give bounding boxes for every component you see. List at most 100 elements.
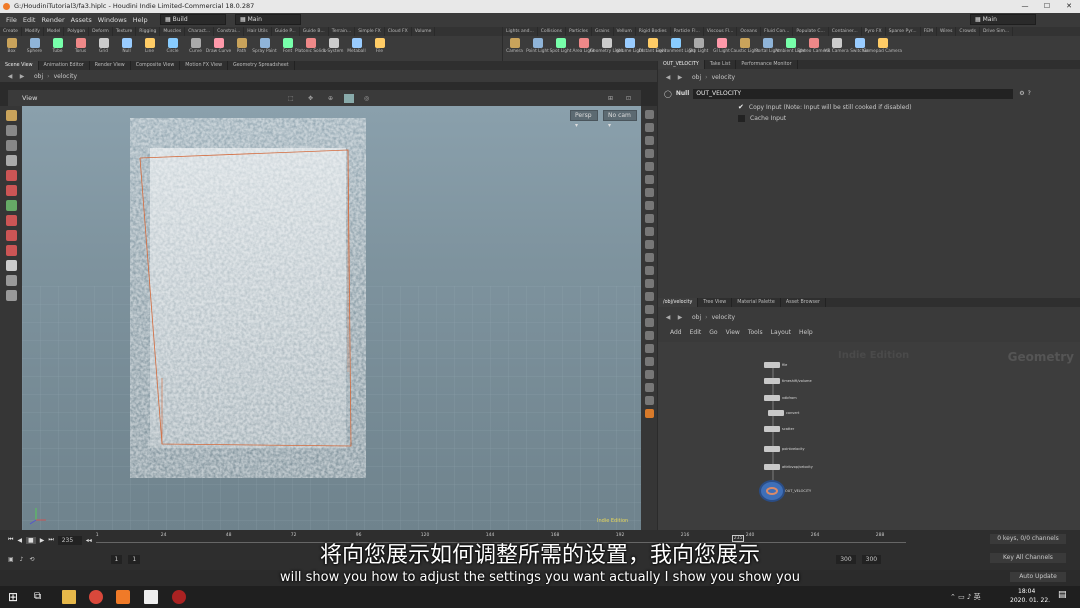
- shelf-right-tab[interactable]: Oceans: [737, 27, 762, 36]
- shelf-left-tab[interactable]: Guide P...: [272, 27, 300, 36]
- cache-input-checkbox[interactable]: [738, 115, 745, 122]
- node-vdbfrom[interactable]: vdbfrom: [764, 395, 797, 401]
- shelf-tool-spot-light[interactable]: Spot Light: [549, 36, 572, 61]
- shelf-right-tab[interactable]: FEM: [921, 27, 937, 36]
- shelf-tool-draw-curve[interactable]: Draw Curve: [206, 36, 231, 61]
- shelf-right-tab[interactable]: Pyro FX: [862, 27, 886, 36]
- shelf-tool-gamepad-camera[interactable]: Gamepad Camera: [863, 36, 902, 61]
- tab-tree-view[interactable]: Tree View: [698, 298, 733, 307]
- shelf-left-tab[interactable]: Polygon: [64, 27, 90, 36]
- forward-arrow-icon[interactable]: ▶: [674, 74, 686, 81]
- tray-icons[interactable]: ⌃ ▭ ♪ 英: [950, 592, 981, 602]
- tab-material-palette[interactable]: Material Palette: [732, 298, 781, 307]
- menu-windows[interactable]: Windows: [98, 16, 127, 24]
- shelf-right-tab[interactable]: Wires: [937, 27, 957, 36]
- shelf-right-tab[interactable]: Viscous Fl...: [704, 27, 738, 36]
- recorder-icon[interactable]: [172, 590, 186, 604]
- paint-tool-icon[interactable]: [5, 230, 17, 241]
- node-pointvelocity[interactable]: pointvelocity: [764, 446, 805, 452]
- shelf-tool-file[interactable]: File: [368, 36, 391, 61]
- view-tool-icon[interactable]: [5, 200, 17, 211]
- copy-input-checkbox[interactable]: ✔: [738, 103, 744, 111]
- shelf-right-tab[interactable]: Crowds: [956, 27, 980, 36]
- shelf-right-tab[interactable]: Drive Sim...: [980, 27, 1014, 36]
- shelf-left-tab[interactable]: Guide B...: [300, 27, 329, 36]
- viewport-close-icon[interactable]: ⊡: [626, 95, 631, 102]
- shelf-left-tab[interactable]: Charact...: [185, 27, 215, 36]
- display-icon-8[interactable]: [644, 201, 654, 210]
- shelf-tool-platonic-solids[interactable]: Platonic Solids: [295, 36, 326, 61]
- shelf-right-tab[interactable]: Collisions: [538, 27, 566, 36]
- shelf-right-tab[interactable]: Particles: [566, 27, 592, 36]
- shelf-left-tab[interactable]: Constrai...: [214, 27, 245, 36]
- display-icon-4[interactable]: [644, 149, 654, 158]
- forward-arrow-icon[interactable]: ▶: [674, 314, 686, 321]
- shelf-left-tab[interactable]: Volume: [412, 27, 436, 36]
- persp-camera-dropdown[interactable]: Persp ▾: [570, 110, 598, 129]
- path-obj[interactable]: obj: [692, 74, 701, 81]
- shelf-left-tab[interactable]: Cloud FX: [385, 27, 412, 36]
- display-icon-19[interactable]: [644, 344, 654, 353]
- tab-composite-view[interactable]: Composite View: [131, 61, 181, 70]
- select-tool-icon[interactable]: [5, 110, 17, 121]
- handle-tool-icon[interactable]: [5, 170, 17, 181]
- ghost-icon[interactable]: [5, 275, 17, 286]
- back-arrow-icon[interactable]: ◀: [662, 74, 674, 81]
- display-icon-9[interactable]: [644, 214, 654, 223]
- photos-icon[interactable]: [144, 590, 158, 604]
- move-tool-icon[interactable]: [5, 125, 17, 136]
- display-icon-12[interactable]: [644, 253, 654, 262]
- houdini-taskbar-icon[interactable]: [116, 590, 130, 604]
- shelf-right-tab[interactable]: Particle Fl...: [671, 27, 704, 36]
- desktop-main-dropdown[interactable]: ▦ Main: [235, 14, 301, 25]
- tab-asset-browser[interactable]: Asset Browser: [781, 298, 826, 307]
- chrome-icon[interactable]: [89, 590, 103, 604]
- display-icon-22[interactable]: [644, 383, 654, 392]
- rotate-tool-icon[interactable]: [5, 140, 17, 151]
- display-icon-13[interactable]: [644, 266, 654, 275]
- shelf-tool-null[interactable]: Null: [115, 36, 138, 61]
- display-icon-18[interactable]: [644, 331, 654, 340]
- display-icon-17[interactable]: [644, 318, 654, 327]
- minimize-button[interactable]: —: [1014, 0, 1036, 13]
- shelf-tool-metaball[interactable]: Metaball: [345, 36, 368, 61]
- shelf-left-tab[interactable]: Deform: [89, 27, 113, 36]
- path-obj[interactable]: obj: [34, 73, 43, 80]
- path-node[interactable]: velocity: [712, 314, 735, 321]
- display-icon-24[interactable]: [644, 409, 654, 418]
- display-icon-1[interactable]: [644, 110, 654, 119]
- shelf-tool-box[interactable]: Box: [0, 36, 23, 61]
- shelf-left-tab[interactable]: Terrain...: [329, 27, 356, 36]
- tab-animation-editor[interactable]: Animation Editor: [39, 61, 90, 70]
- net-menu-add[interactable]: Add: [670, 329, 682, 336]
- shelf-right-tab[interactable]: Vellum: [614, 27, 636, 36]
- help-icon[interactable]: ?: [1028, 90, 1031, 97]
- snapping-icon[interactable]: [5, 245, 17, 256]
- path-obj[interactable]: obj: [692, 314, 701, 321]
- node-name-field[interactable]: OUT_VELOCITY: [693, 88, 1014, 99]
- tab-performance-monitor[interactable]: Performance Monitor: [736, 60, 798, 69]
- menu-edit[interactable]: Edit: [23, 16, 36, 24]
- display-icon-14[interactable]: [644, 279, 654, 288]
- wireframe-toggle-icon[interactable]: [344, 94, 354, 103]
- tab-scene-view[interactable]: Scene View: [0, 61, 39, 70]
- display-icon-3[interactable]: [644, 136, 654, 145]
- scale-tool-icon[interactable]: [5, 155, 17, 166]
- shelf-tool-grid[interactable]: Grid: [92, 36, 115, 61]
- display-icon-15[interactable]: [644, 292, 654, 301]
- shelf-tool-point-light[interactable]: Point Light: [526, 36, 549, 61]
- node-file[interactable]: file: [764, 362, 787, 368]
- shelf-left-tab[interactable]: Model: [44, 27, 65, 36]
- shelf-right-tab[interactable]: Sparse Pyr...: [886, 27, 921, 36]
- menu-help[interactable]: Help: [133, 16, 148, 24]
- menu-assets[interactable]: Assets: [71, 16, 92, 24]
- node-out-velocity[interactable]: OUT_VELOCITY: [761, 482, 811, 500]
- net-menu-go[interactable]: Go: [709, 329, 717, 336]
- shelf-left-tab[interactable]: Create: [0, 27, 22, 36]
- tab-geometry-spreadsheet[interactable]: Geometry Spreadsheet: [228, 61, 295, 70]
- tab-obj-velocity[interactable]: /obj/velocity: [658, 298, 699, 307]
- shelf-left-tab[interactable]: Muscles: [160, 27, 186, 36]
- shelf-left-tab[interactable]: Modify: [22, 27, 44, 36]
- net-menu-layout[interactable]: Layout: [771, 329, 791, 336]
- display-icon-20[interactable]: [644, 357, 654, 366]
